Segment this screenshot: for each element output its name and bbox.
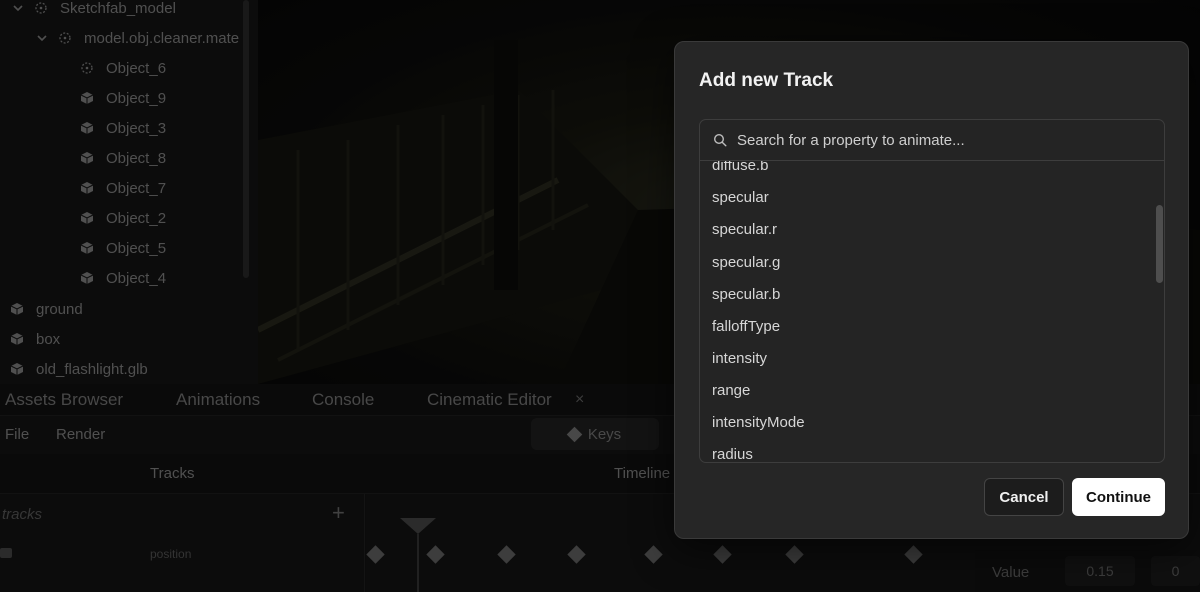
- property-list: diffuse.b specular specular.r specular.g…: [700, 161, 1158, 462]
- property-item[interactable]: intensityMode: [712, 411, 805, 435]
- property-item[interactable]: intensity: [712, 347, 767, 371]
- property-item[interactable]: range: [712, 379, 750, 403]
- property-item[interactable]: falloffType: [712, 315, 780, 339]
- property-search-input[interactable]: [737, 125, 1157, 155]
- property-item[interactable]: diffuse.b: [712, 161, 768, 178]
- property-item[interactable]: specular.g: [712, 251, 780, 275]
- property-picker: diffuse.b specular specular.r specular.g…: [699, 119, 1165, 463]
- property-list-scrollbar[interactable]: [1156, 205, 1163, 283]
- cancel-button[interactable]: Cancel: [984, 478, 1064, 516]
- property-item[interactable]: specular: [712, 186, 769, 210]
- property-item[interactable]: specular.b: [712, 283, 780, 307]
- property-search: [700, 120, 1164, 161]
- continue-button[interactable]: Continue: [1072, 478, 1165, 516]
- dialog-title: Add new Track: [699, 70, 834, 91]
- property-item[interactable]: radius: [712, 443, 753, 462]
- search-icon: [713, 133, 727, 147]
- property-item[interactable]: specular.r: [712, 218, 777, 242]
- add-track-dialog: Add new Track diffuse.b specular specula…: [674, 41, 1189, 539]
